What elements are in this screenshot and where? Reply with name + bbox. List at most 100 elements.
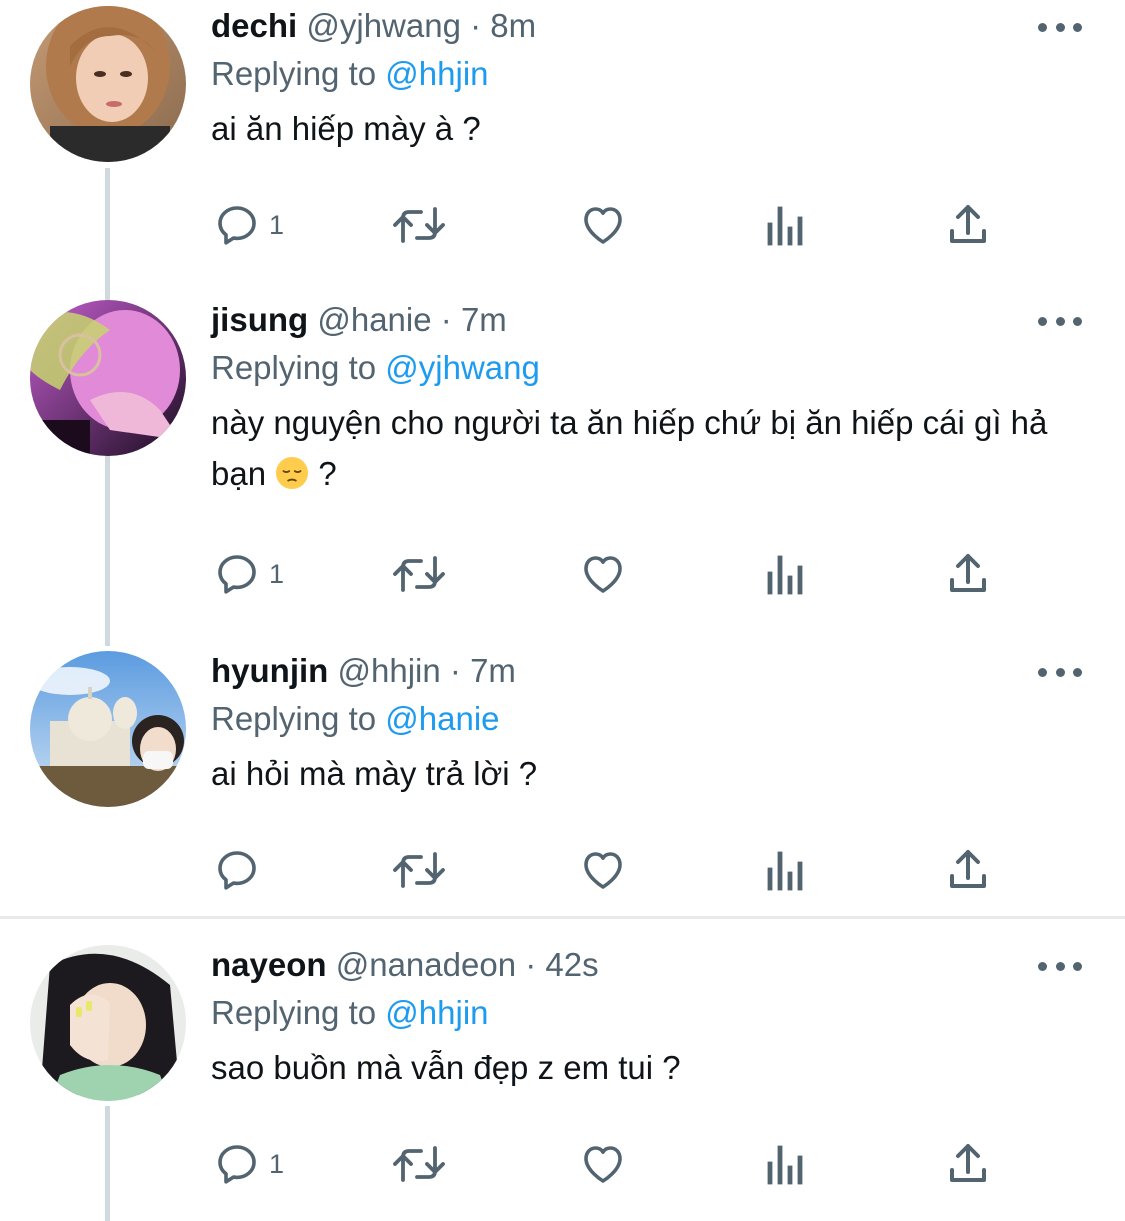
more-icon[interactable] [1038, 312, 1082, 330]
tweet-text-body: ai hỏi mà mày trả lời ? [211, 755, 538, 792]
user-handle[interactable]: @hanie [317, 301, 431, 338]
display-name[interactable]: dechi [211, 7, 297, 44]
replying-to: Replying to @hanie [211, 699, 1085, 739]
tweet-header: dechi @yjhwang · 8m [211, 6, 1085, 46]
mention-link[interactable]: @hhjin [385, 994, 488, 1031]
share-button[interactable] [944, 1139, 992, 1189]
separator-dot: · [470, 7, 482, 44]
replying-to-label: Replying to [211, 700, 377, 737]
retweet-button[interactable] [391, 845, 447, 895]
action-bar: 1 [211, 1139, 1011, 1189]
replying-to-label: Replying to [211, 349, 377, 386]
like-icon [584, 1146, 622, 1183]
retweet-button[interactable] [391, 1139, 447, 1189]
separator-dot: · [440, 301, 452, 338]
like-button[interactable] [578, 549, 628, 599]
views-icon [767, 206, 803, 246]
tweet-content: dechi @yjhwang · 8m Replying to @hhjin a… [211, 6, 1085, 154]
reply-count: 1 [269, 1149, 285, 1179]
more-icon[interactable] [1038, 957, 1082, 975]
action-bar: 1 [211, 200, 1011, 250]
reply-icon [218, 206, 256, 245]
avatar[interactable] [30, 300, 186, 456]
user-handle[interactable]: @yjhwang [306, 7, 461, 44]
retweet-icon [393, 1146, 445, 1182]
like-icon [584, 852, 622, 889]
thread-line [105, 1106, 110, 1221]
like-button[interactable] [578, 1139, 628, 1189]
retweet-button[interactable] [391, 200, 447, 250]
replying-to: Replying to @hhjin [211, 54, 1085, 94]
mention-link[interactable]: @hanie [385, 700, 499, 737]
reply-count: 1 [269, 210, 285, 240]
share-icon [950, 554, 986, 592]
action-bar: 1 [211, 549, 1011, 599]
views-icon [767, 1145, 803, 1185]
display-name[interactable]: nayeon [211, 946, 327, 983]
views-button[interactable] [764, 200, 808, 250]
share-button[interactable] [944, 549, 992, 599]
reply-button[interactable]: 1 [213, 1139, 284, 1189]
action-bar [211, 845, 1011, 895]
replying-to: Replying to @yjhwang [211, 348, 1085, 388]
reply-icon [218, 555, 256, 594]
more-icon[interactable] [1038, 18, 1082, 36]
tweet-content: nayeon @nanadeon · 42s Replying to @hhji… [211, 945, 1085, 1093]
timestamp[interactable]: 8m [490, 7, 536, 44]
avatar[interactable] [30, 651, 186, 807]
mention-link[interactable]: @yjhwang [385, 349, 540, 386]
retweet-button[interactable] [391, 549, 447, 599]
tweet-text: sao buồn mà vẫn đẹp z em tui ? [211, 1042, 1085, 1093]
timestamp[interactable]: 7m [461, 301, 507, 338]
replying-to-label: Replying to [211, 994, 377, 1031]
tweet-content: jisung @hanie · 7m Replying to @yjhwang … [211, 300, 1085, 499]
more-icon[interactable] [1038, 663, 1082, 681]
user-handle[interactable]: @nanadeon [336, 946, 516, 983]
reply-count: 1 [269, 559, 285, 589]
reply-button[interactable]: 1 [213, 200, 284, 250]
retweet-icon [393, 852, 445, 888]
mention-link[interactable]: @hhjin [385, 55, 488, 92]
avatar[interactable] [30, 6, 186, 162]
tweet-header: nayeon @nanadeon · 42s [211, 945, 1085, 985]
views-icon [767, 851, 803, 891]
reply-button[interactable] [213, 845, 269, 895]
separator-dot: · [449, 652, 461, 689]
like-button[interactable] [578, 200, 628, 250]
views-button[interactable] [764, 845, 808, 895]
like-icon [584, 207, 622, 244]
share-icon [950, 205, 986, 243]
views-button[interactable] [764, 1139, 808, 1189]
avatar[interactable] [30, 945, 186, 1101]
tweet-divider [0, 916, 1125, 919]
like-icon [584, 556, 622, 593]
tweet-header: jisung @hanie · 7m [211, 300, 1085, 340]
replying-to-label: Replying to [211, 55, 377, 92]
display-name[interactable]: jisung [211, 301, 308, 338]
views-icon [767, 555, 803, 595]
reply-button[interactable]: 1 [213, 549, 284, 599]
display-name[interactable]: hyunjin [211, 652, 328, 689]
share-button[interactable] [944, 200, 992, 250]
like-button[interactable] [578, 845, 628, 895]
share-icon [950, 1144, 986, 1182]
reply-icon [218, 1145, 256, 1184]
tweet-text: ai ăn hiếp mày à ? [211, 103, 1085, 154]
retweet-icon [393, 556, 445, 592]
timestamp[interactable]: 7m [470, 652, 516, 689]
tweet-content: hyunjin @hhjin · 7m Replying to @hanie a… [211, 651, 1085, 799]
retweet-icon [393, 207, 445, 243]
tweet-text-body: sao buồn mà vẫn đẹp z em tui ? [211, 1049, 681, 1086]
pensive-face-emoji [276, 456, 309, 490]
views-button[interactable] [764, 549, 808, 599]
timestamp[interactable]: 42s [545, 946, 598, 983]
tweet-text-body: ai ăn hiếp mày à ? [211, 110, 481, 147]
share-button[interactable] [944, 845, 992, 895]
share-icon [950, 850, 986, 888]
tweet-text: ai hỏi mà mày trả lời ? [211, 748, 1085, 799]
tweet-header: hyunjin @hhjin · 7m [211, 651, 1085, 691]
tweet-text: này nguyện cho người ta ăn hiếp chứ bị ă… [211, 397, 1085, 499]
tweet-text-suffix: ? [309, 455, 337, 492]
reply-icon [218, 851, 256, 890]
user-handle[interactable]: @hhjin [338, 652, 441, 689]
